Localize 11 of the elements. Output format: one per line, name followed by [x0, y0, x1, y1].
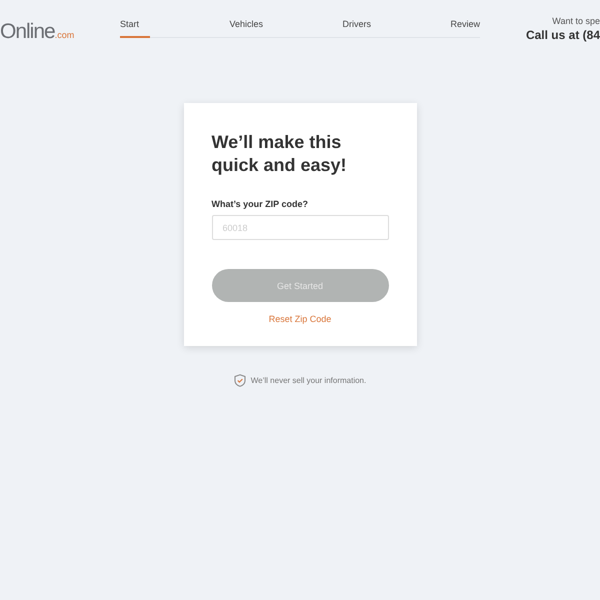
logo[interactable]: Online.com: [0, 0, 120, 44]
contact-prompt: Want to spe: [552, 16, 600, 26]
step-tab[interactable]: Drivers: [342, 19, 371, 36]
zip-label: What’s your ZIP code?: [212, 199, 310, 209]
step-tab[interactable]: Review: [450, 19, 480, 36]
shield-check-icon: [234, 374, 246, 387]
privacy-note: We’ll never sell your information.: [250, 376, 366, 385]
step-tab[interactable]: Vehicles: [229, 19, 264, 36]
phone-number: Call us at (84: [526, 28, 600, 42]
step-tab[interactable]: Start: [120, 19, 150, 38]
card-title: We’ll make this quick and easy!: [212, 131, 348, 177]
